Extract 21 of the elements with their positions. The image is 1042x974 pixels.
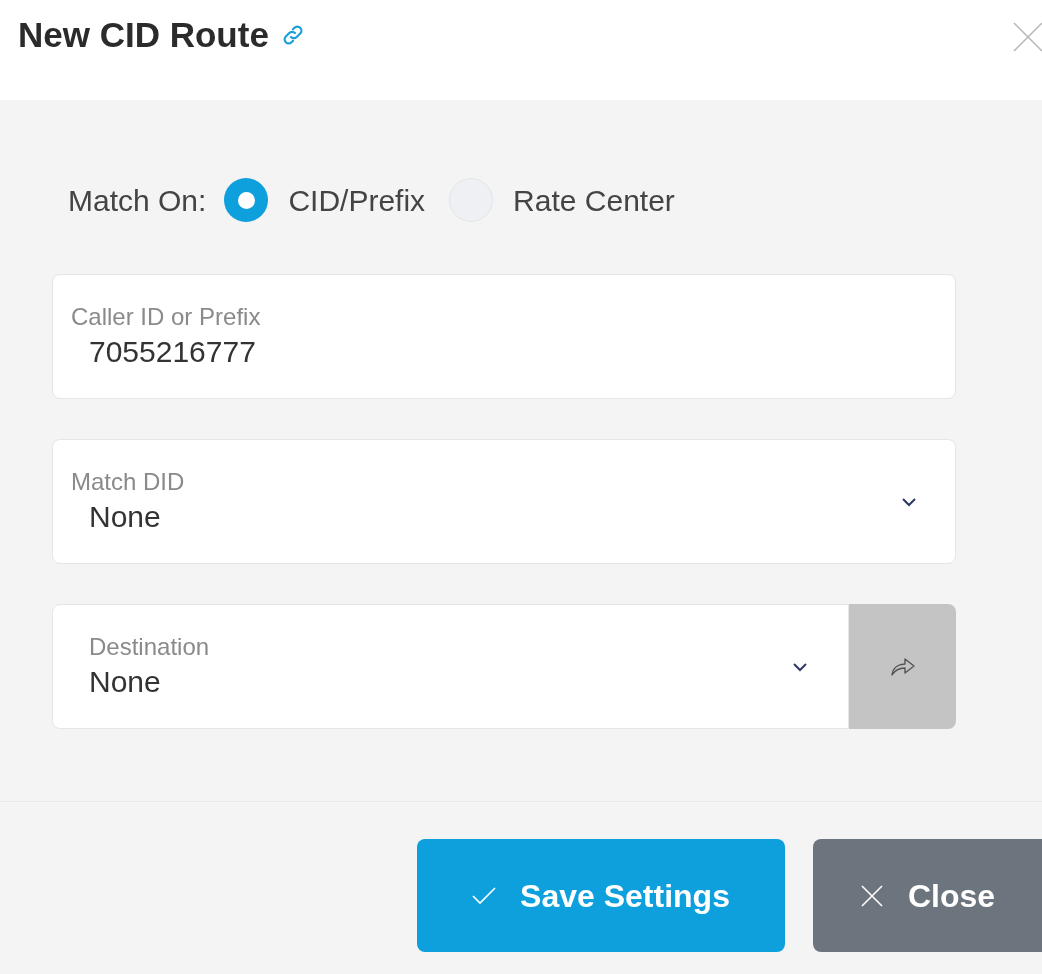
match-on-label: Match On: [68, 182, 207, 219]
radio-label[interactable]: CID/Prefix [288, 177, 426, 223]
field-label: Match DID [71, 466, 186, 497]
field-label: Destination [89, 631, 211, 662]
dropdown-field[interactable]: Destination None [52, 604, 849, 729]
input-field[interactable]: Caller ID or Prefix 7055216777 [52, 274, 956, 399]
checkmark-icon [472, 886, 497, 905]
close-icon [859, 883, 884, 908]
share-arrow-icon [889, 655, 916, 678]
field-value: 7055216777 [88, 333, 257, 370]
chevron-down-icon [901, 496, 917, 507]
dialog-title: New CID Route [18, 13, 269, 56]
field-value: None [89, 663, 162, 700]
radio-button[interactable] [224, 178, 269, 222]
radio-label[interactable]: Rate Center [513, 177, 675, 223]
field-label: Caller ID or Prefix [71, 301, 262, 332]
field-value: None [88, 498, 162, 535]
close-icon[interactable] [1012, 20, 1042, 52]
close-button[interactable]: Close [813, 839, 1042, 952]
dropdown-field[interactable]: Match DID None [52, 439, 956, 564]
chevron-down-icon [792, 661, 808, 672]
